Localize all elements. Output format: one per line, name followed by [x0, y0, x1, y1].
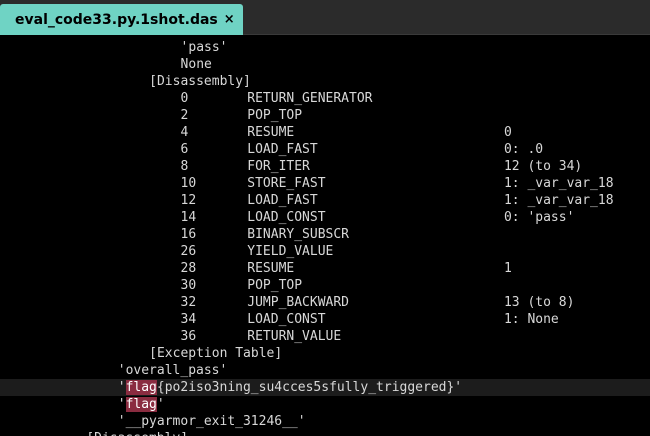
code-text: 'flag' — [118, 396, 165, 413]
bytecode-opname: POP_TOP — [247, 108, 303, 123]
close-icon[interactable]: × — [224, 12, 235, 27]
tab-eval-code33[interactable]: eval_code33.py.1shot.das × — [0, 4, 243, 35]
bytecode-offset: 6 — [180, 142, 189, 157]
code-line: 26 YIELD_VALUE — [0, 243, 650, 260]
code-line: [Disassembly] — [0, 73, 650, 90]
code-line: 36 RETURN_VALUE — [0, 328, 650, 345]
bytecode-arg: 1 — [503, 261, 512, 276]
code-text: [Disassembly] — [149, 74, 251, 89]
bytecode-opname: LOAD_CONST — [247, 312, 326, 327]
bytecode-arg: 1: _var_var_18 — [503, 176, 614, 191]
code-text: 'overall_pass' — [117, 363, 228, 378]
editor-text-area[interactable]: 'pass' None [Disassembly] 0 RETURN_GENERATOR… — [0, 35, 650, 436]
bytecode-arg: 0: 'pass' — [503, 210, 575, 225]
bytecode-offset: 14 — [180, 210, 197, 225]
bytecode-arg: 0: .0 — [503, 142, 544, 157]
code-text: [Disassembly] — [86, 430, 188, 436]
code-line: 'overall_pass' — [0, 362, 650, 379]
bytecode-opname: LOAD_FAST — [247, 193, 318, 208]
bytecode-arg: 13 (to 8) — [503, 295, 575, 310]
code-text: None — [180, 57, 212, 72]
search-match-highlight: flag — [125, 380, 157, 395]
bytecode-offset: 8 — [180, 159, 189, 174]
bytecode-arg: 0 — [503, 125, 512, 140]
code-line: None — [0, 56, 650, 73]
code-line: 34 LOAD_CONST 1: None — [0, 311, 650, 328]
bytecode-offset: 16 — [180, 227, 197, 242]
bytecode-opname: STORE_FAST — [247, 176, 326, 191]
bytecode-offset: 32 — [180, 295, 197, 310]
bytecode-offset: 4 — [180, 125, 189, 140]
code-line: 4 RESUME 0 — [0, 124, 650, 141]
bytecode-opname: FOR_ITER — [247, 159, 310, 174]
bytecode-arg: 1: _var_var_18 — [503, 193, 614, 208]
code-line: 0 RETURN_GENERATOR — [0, 90, 650, 107]
code-line: 14 LOAD_CONST 0: 'pass' — [0, 209, 650, 226]
bytecode-opname: RESUME — [247, 261, 295, 276]
code-fragment: ' — [117, 397, 126, 412]
bytecode-offset: 34 — [180, 312, 197, 327]
bytecode-opname: RESUME — [247, 125, 295, 140]
bytecode-offset: 26 — [180, 244, 197, 259]
bytecode-opname: LOAD_CONST — [247, 210, 326, 225]
code-text: [Exception Table] — [149, 346, 283, 361]
bytecode-arg: 12 (to 34) — [503, 159, 583, 174]
bytecode-opname: POP_TOP — [247, 278, 303, 293]
code-line: [Disassembly] — [0, 430, 650, 436]
bytecode-opname: LOAD_FAST — [247, 142, 318, 157]
code-line: 6 LOAD_FAST 0: .0 — [0, 141, 650, 158]
bytecode-opname: RETURN_VALUE — [247, 329, 342, 344]
code-text: 'pass' — [180, 40, 228, 55]
bytecode-offset: 0 — [180, 91, 189, 106]
code-line: '__pyarmor_exit_31246__' — [0, 413, 650, 430]
tab-bar: eval_code33.py.1shot.das × — [0, 0, 650, 35]
search-match-highlight: flag — [125, 397, 157, 412]
bytecode-opname: JUMP_BACKWARD — [247, 295, 350, 310]
code-line: 16 BINARY_SUBSCR — [0, 226, 650, 243]
code-line: 2 POP_TOP — [0, 107, 650, 124]
code-line: 32 JUMP_BACKWARD 13 (to 8) — [0, 294, 650, 311]
code-line: 28 RESUME 1 — [0, 260, 650, 277]
code-line: 'flag' — [0, 396, 650, 413]
bytecode-offset: 2 — [180, 108, 189, 123]
bytecode-opname: RETURN_GENERATOR — [247, 91, 373, 106]
code-line: 30 POP_TOP — [0, 277, 650, 294]
bytecode-offset: 10 — [180, 176, 197, 191]
bytecode-offset: 12 — [180, 193, 197, 208]
bytecode-offset: 28 — [180, 261, 197, 276]
code-fragment: ' — [117, 380, 126, 395]
bytecode-arg: 1: None — [503, 312, 559, 327]
code-line: 8 FOR_ITER 12 (to 34) — [0, 158, 650, 175]
bytecode-offset: 30 — [180, 278, 197, 293]
code-line: 10 STORE_FAST 1: _var_var_18 — [0, 175, 650, 192]
code-text: 'flag{po2iso3ning_su4cces5sfully_trigger… — [118, 379, 462, 396]
code-fragment: {po2iso3ning_su4cces5sfully_triggered}' — [156, 380, 463, 395]
code-line: 'pass' — [0, 39, 650, 56]
tab-title: eval_code33.py.1shot.das — [15, 11, 218, 28]
code-line: 12 LOAD_FAST 1: _var_var_18 — [0, 192, 650, 209]
code-line: 'flag{po2iso3ning_su4cces5sfully_trigger… — [0, 379, 650, 396]
code-text: '__pyarmor_exit_31246__' — [117, 414, 306, 429]
bytecode-opname: BINARY_SUBSCR — [247, 227, 350, 242]
bytecode-offset: 36 — [180, 329, 197, 344]
bytecode-opname: YIELD_VALUE — [247, 244, 334, 259]
code-fragment: ' — [156, 397, 165, 412]
code-line: [Exception Table] — [0, 345, 650, 362]
